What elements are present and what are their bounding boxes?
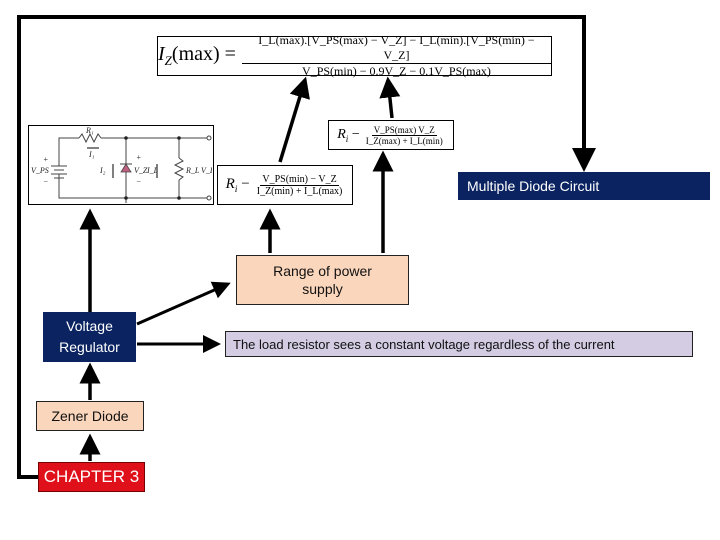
ri-upper-denominator: I_Z(max) + I_L(min) (365, 135, 443, 146)
il-label: I_L (146, 166, 159, 175)
iz-max-denominator: V_PS(min) − 0.9V_Z − 0.1V_PS(max) (302, 64, 491, 78)
ri-upper-fraction: V_PS(max) V_Z I_Z(max) + I_L(min) (364, 125, 445, 146)
multiple-diode-circuit-label: Multiple Diode Circuit (467, 178, 600, 194)
i1-label: I₁ (88, 150, 95, 159)
zener-diode-node[interactable]: Zener Diode (36, 401, 144, 431)
ri-upper-formula: Ri − V_PS(max) V_Z I_Z(max) + I_L(min) (328, 120, 454, 150)
iz-max-formula: IZ(max) = I_L(max).[V_PS(max) − V_Z] − I… (157, 33, 552, 79)
load-resistor-statement-node[interactable]: The load resistor sees a constant voltag… (225, 331, 693, 357)
chapter-3-label: CHAPTER 3 (43, 467, 140, 486)
zener-regulator-circuit: R₁ I₁ V_PS I₂ V_Z I_L R_L V_L + − + − (28, 125, 214, 205)
iz-max-lhs: IZ(max) = (158, 43, 236, 68)
vl-label: V_L (201, 166, 212, 175)
vps-label: V_PS (31, 166, 49, 175)
arrow-regulator-to-range (136, 281, 231, 326)
chapter-3-node[interactable]: CHAPTER 3 (38, 462, 145, 492)
i2-label: I₂ (99, 166, 106, 175)
ri-lower-formula: Ri − V_PS(min) − V_Z I_Z(min) + I_L(max) (217, 165, 353, 205)
vps-minus: − (43, 177, 48, 186)
load-resistor-statement-label: The load resistor sees a constant voltag… (233, 336, 615, 352)
voltage-regulator-label: Voltage Regulator (59, 318, 120, 355)
range-of-power-supply-node[interactable]: Range of power supply (236, 255, 409, 305)
iz-max-numerator: I_L(max).[V_PS(max) − V_Z] − I_L(min).[V… (241, 33, 551, 64)
rl-label: R_L (185, 166, 200, 175)
arrow-ri-upper-to-izmax (379, 76, 401, 119)
vz-minus: − (136, 177, 141, 186)
vps-plus: + (43, 155, 48, 164)
range-of-power-supply-label: Range of power supply (273, 262, 372, 297)
multiple-diode-circuit-node[interactable]: Multiple Diode Circuit (458, 172, 710, 200)
circuit-schematic: R₁ I₁ V_PS I₂ V_Z I_L R_L V_L + − + − (31, 126, 212, 203)
zener-diode-icon (120, 163, 132, 173)
r1-resistor-icon (78, 132, 102, 144)
ri-lower-numerator: V_PS(min) − V_Z (260, 173, 339, 186)
ri-upper-numerator: V_PS(max) V_Z (371, 124, 437, 136)
zener-diode-label: Zener Diode (51, 408, 129, 424)
vz-plus: + (136, 153, 141, 162)
r1-label: R₁ (85, 126, 94, 135)
ri-lower-denominator: I_Z(min) + I_L(max) (256, 185, 343, 197)
iz-max-fraction: I_L(max).[V_PS(max) − V_Z] − I_L(min).[V… (241, 33, 551, 79)
vz-label: V_Z (134, 166, 148, 175)
rl-resistor-icon (173, 157, 185, 181)
ri-lower-fraction: V_PS(min) − V_Z I_Z(min) + I_L(max) (255, 174, 345, 197)
arrow-ri-lower-to-izmax (278, 76, 310, 163)
ri-upper-lhs: Ri − (337, 126, 360, 144)
voltage-regulator-node[interactable]: Voltage Regulator (43, 312, 136, 362)
ri-lower-lhs: Ri − (225, 175, 250, 195)
